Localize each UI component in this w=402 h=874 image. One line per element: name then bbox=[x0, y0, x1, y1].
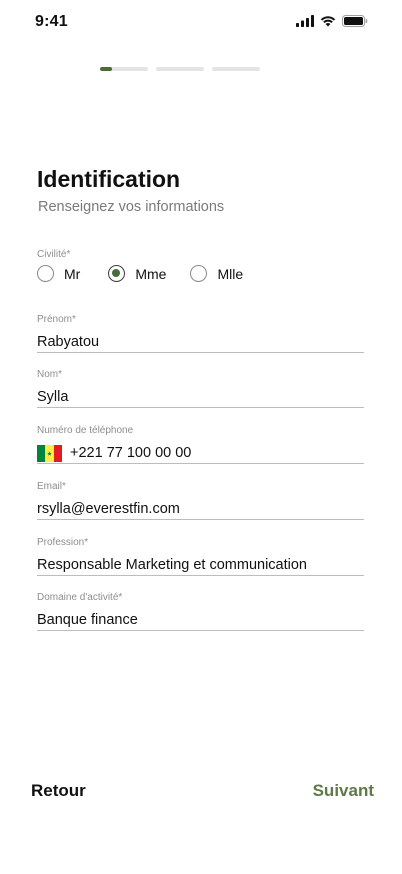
first-name-label: Prénom* bbox=[37, 314, 76, 325]
civility-label: Civilité* bbox=[37, 249, 71, 260]
progress-step-3 bbox=[212, 67, 260, 71]
last-name-value: Sylla bbox=[37, 389, 69, 405]
status-icons bbox=[296, 15, 368, 27]
last-name-field[interactable]: Nom* Sylla bbox=[37, 368, 364, 408]
phone-label: Numéro de téléphone bbox=[37, 425, 134, 436]
phone-field[interactable]: Numéro de téléphone +221 77 100 00 00 bbox=[37, 424, 364, 464]
radio-mr[interactable]: Mr bbox=[37, 265, 80, 282]
status-bar: 9:41 bbox=[0, 0, 402, 44]
wifi-icon bbox=[320, 16, 336, 27]
progress-step-1-fill bbox=[100, 67, 112, 71]
first-name-input[interactable]: Rabyatou bbox=[37, 332, 364, 352]
profession-value: Responsable Marketing et communication bbox=[37, 557, 307, 573]
radio-mme-selected-dot bbox=[112, 269, 121, 277]
profession-field[interactable]: Profession* Responsable Marketing et com… bbox=[37, 536, 364, 576]
first-name-value: Rabyatou bbox=[37, 334, 100, 350]
step-progress bbox=[100, 67, 260, 71]
radio-mlle-label: Mlle bbox=[217, 265, 244, 282]
email-field[interactable]: Email* rsylla@everestfin.com bbox=[37, 480, 364, 520]
status-time: 9:41 bbox=[35, 13, 68, 30]
domain-input[interactable]: Banque finance bbox=[37, 610, 364, 630]
progress-step-1 bbox=[100, 67, 148, 71]
battery-icon bbox=[342, 15, 368, 27]
next-button[interactable]: Suivant bbox=[313, 781, 374, 801]
radio-mr-label: Mr bbox=[64, 265, 81, 282]
radio-mr-circle[interactable] bbox=[37, 265, 54, 282]
radio-mme[interactable]: Mme bbox=[108, 265, 166, 282]
civility-radio-group: Mr Mme Mlle bbox=[37, 265, 243, 282]
email-label: Email* bbox=[37, 481, 66, 492]
cellular-signal-icon bbox=[296, 15, 314, 27]
first-name-field[interactable]: Prénom* Rabyatou bbox=[37, 313, 364, 353]
page-title: Identification bbox=[37, 166, 181, 192]
domain-field[interactable]: Domaine d'activité* Banque finance bbox=[37, 591, 364, 631]
email-input[interactable]: rsylla@everestfin.com bbox=[37, 499, 364, 519]
last-name-label: Nom* bbox=[37, 369, 63, 380]
senegal-flag-icon[interactable] bbox=[37, 444, 62, 462]
radio-mlle-circle[interactable] bbox=[190, 265, 208, 282]
domain-value: Banque finance bbox=[37, 612, 138, 628]
back-button[interactable]: Retour bbox=[31, 781, 86, 801]
email-value: rsylla@everestfin.com bbox=[37, 501, 180, 517]
phone-input[interactable]: +221 77 100 00 00 bbox=[37, 443, 364, 463]
radio-mme-label: Mme bbox=[135, 265, 167, 282]
star-icon bbox=[47, 450, 52, 456]
phone-value: +221 77 100 00 00 bbox=[70, 445, 192, 461]
profession-input[interactable]: Responsable Marketing et communication bbox=[37, 555, 364, 575]
domain-label: Domaine d'activité* bbox=[37, 592, 123, 603]
progress-step-2 bbox=[156, 67, 204, 71]
radio-mlle[interactable]: Mlle bbox=[190, 265, 243, 282]
profession-label: Profession* bbox=[37, 537, 89, 548]
page-subtitle: Renseignez vos informations bbox=[38, 199, 225, 215]
radio-mme-circle[interactable] bbox=[108, 265, 126, 282]
last-name-input[interactable]: Sylla bbox=[37, 387, 364, 407]
